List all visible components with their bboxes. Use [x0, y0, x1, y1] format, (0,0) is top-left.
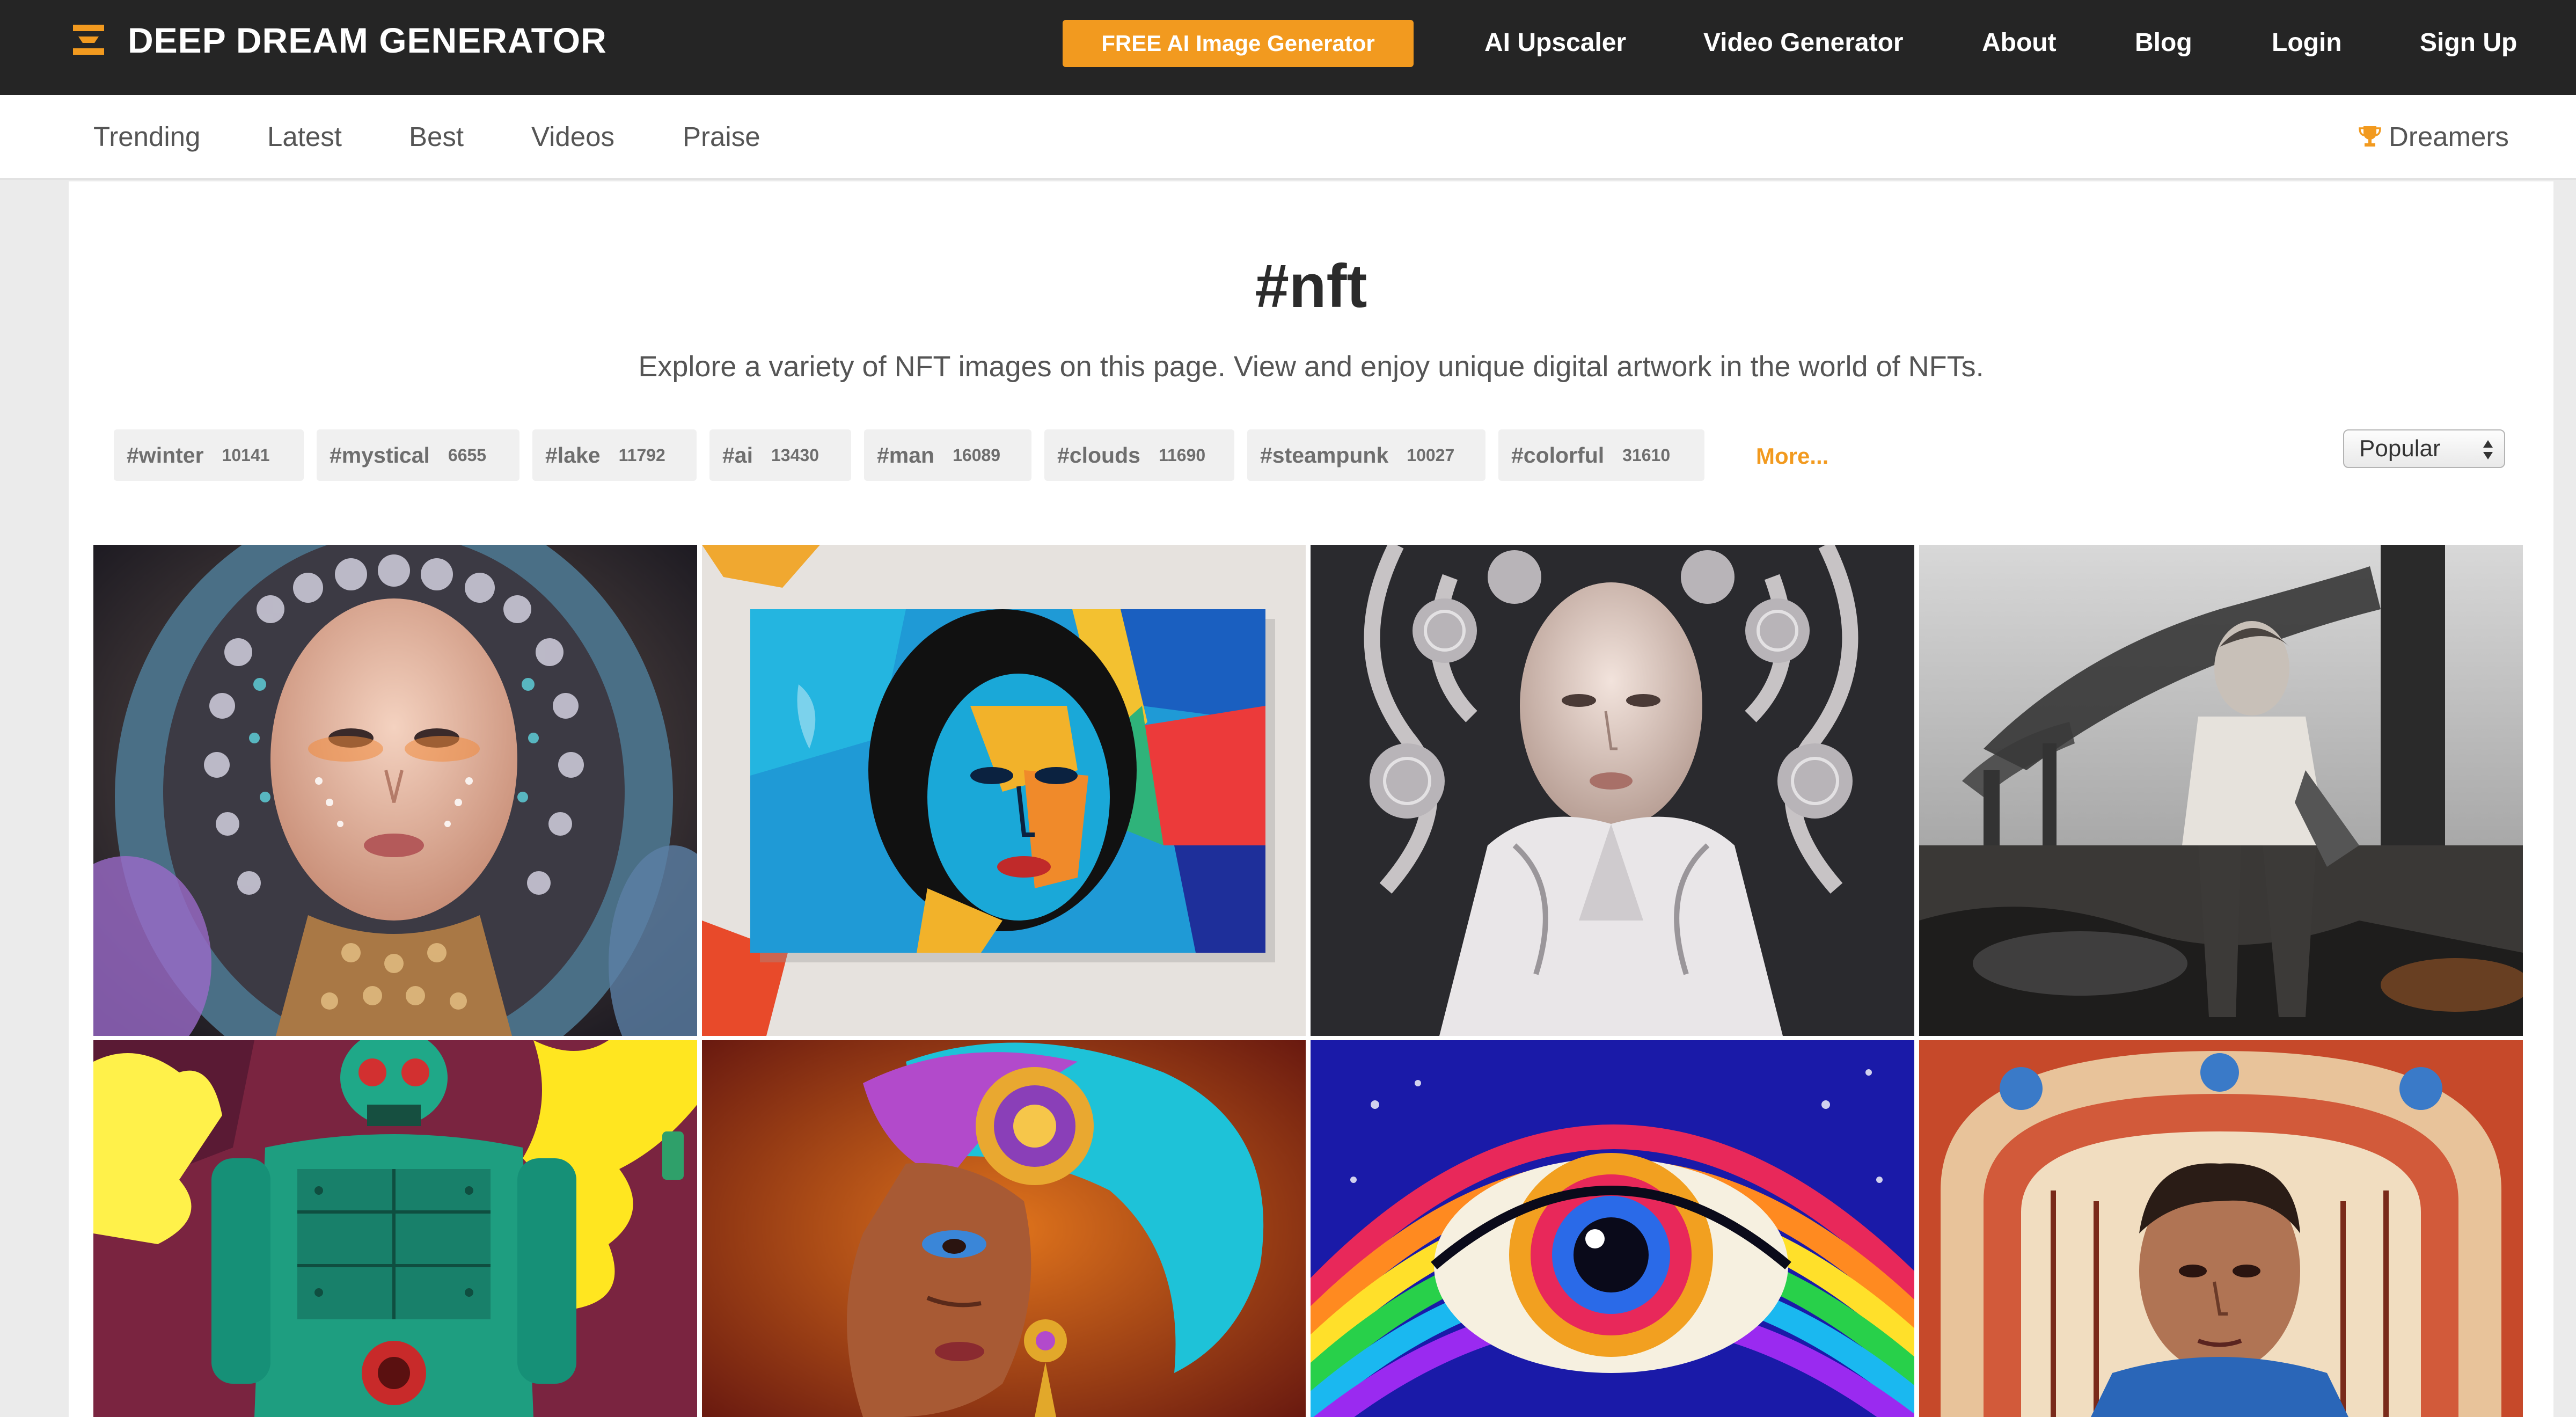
gallery-image-jeweled-woman[interactable] [93, 545, 697, 1036]
more-tags-link[interactable]: More... [1756, 443, 1828, 469]
tag-count: 16089 [953, 445, 1001, 465]
tag-chip[interactable]: #colorful 31610 [1498, 429, 1704, 481]
tag-name: #ai [722, 442, 753, 468]
tag-chip[interactable]: #ai 13430 [709, 429, 851, 481]
tab-best[interactable]: Best [409, 118, 464, 155]
gallery-artwork [1311, 545, 1914, 1036]
tag-chip[interactable]: #steampunk 10027 [1247, 429, 1485, 481]
tag-name: #lake [545, 442, 601, 468]
tag-chip[interactable]: #mystical 6655 [317, 429, 519, 481]
trophy-icon [2359, 126, 2381, 147]
dreamers-label: Dreamers [2389, 121, 2509, 152]
page-description: Explore a variety of NFT images on this … [638, 350, 1984, 383]
free-ai-image-generator-button[interactable]: FREE AI Image Generator [1063, 20, 1414, 67]
page-title: #nft [1255, 252, 1367, 320]
tab-praise[interactable]: Praise [683, 118, 760, 155]
tab-trending[interactable]: Trending [93, 118, 200, 155]
gallery-image-ornate-arch-man[interactable] [1919, 1040, 2523, 1417]
tag-name: #mystical [330, 442, 430, 468]
tag-name: #steampunk [1260, 442, 1389, 468]
gallery-image-painted-canvas[interactable] [702, 545, 1306, 1036]
gallery-artwork [702, 545, 1306, 1036]
tag-chip[interactable]: #winter 10141 [114, 429, 304, 481]
dreamers-link[interactable]: Dreamers [2359, 118, 2509, 155]
tag-count: 11690 [1158, 445, 1206, 465]
gallery-artwork [93, 1040, 697, 1417]
gallery-artwork [702, 1040, 1306, 1417]
tag-count: 11792 [618, 445, 665, 465]
nav-sign-up[interactable]: Sign Up [2420, 24, 2517, 61]
sub-navbar: Trending Latest Best Videos Praise Dream… [0, 95, 2576, 180]
gallery-image-turban-woman[interactable] [702, 1040, 1306, 1417]
tag-chip[interactable]: #man 16089 [864, 429, 1031, 481]
tag-name: #winter [127, 442, 204, 468]
sort-select[interactable]: Popular [2343, 429, 2505, 468]
nav-about[interactable]: About [1982, 24, 2057, 61]
gallery-image-boy-smokestacks[interactable] [1919, 545, 2523, 1036]
tag-count: 6655 [448, 445, 487, 465]
nav-video-generator[interactable]: Video Generator [1703, 24, 1904, 61]
top-navbar: DEEP DREAM GENERATOR FREE AI Image Gener… [0, 0, 2576, 95]
tag-chip[interactable]: #lake 11792 [532, 429, 697, 481]
nav-blog[interactable]: Blog [2135, 24, 2192, 61]
tag-name: #man [877, 442, 935, 468]
tag-chip[interactable]: #clouds 11690 [1044, 429, 1234, 481]
tag-count: 31610 [1622, 445, 1671, 465]
layered-bars-icon [73, 25, 104, 55]
brand-name: DEEP DREAM GENERATOR [128, 20, 607, 60]
gallery-image-psychedelic-eye[interactable] [1311, 1040, 1914, 1417]
tab-latest[interactable]: Latest [267, 118, 342, 155]
tag-count: 10027 [1407, 445, 1455, 465]
tag-count: 10141 [222, 445, 270, 465]
tag-count: 13430 [771, 445, 819, 465]
tag-name: #colorful [1511, 442, 1605, 468]
gallery-image-green-robot[interactable] [93, 1040, 697, 1417]
gallery-artwork [1919, 545, 2523, 1036]
nav-ai-upscaler[interactable]: AI Upscaler [1484, 24, 1626, 61]
tag-name: #clouds [1057, 442, 1140, 468]
gallery-artwork [1919, 1040, 2523, 1417]
sort-selected-value: Popular [2359, 435, 2441, 462]
nav-login[interactable]: Login [2272, 24, 2342, 61]
brand-logo[interactable]: DEEP DREAM GENERATOR [71, 19, 607, 61]
up-down-arrows-icon [2483, 440, 2493, 459]
tab-videos[interactable]: Videos [531, 118, 614, 155]
gallery-artwork [1311, 1040, 1914, 1417]
gallery-artwork [93, 545, 697, 1036]
gallery-image-filigree-woman[interactable] [1311, 545, 1914, 1036]
